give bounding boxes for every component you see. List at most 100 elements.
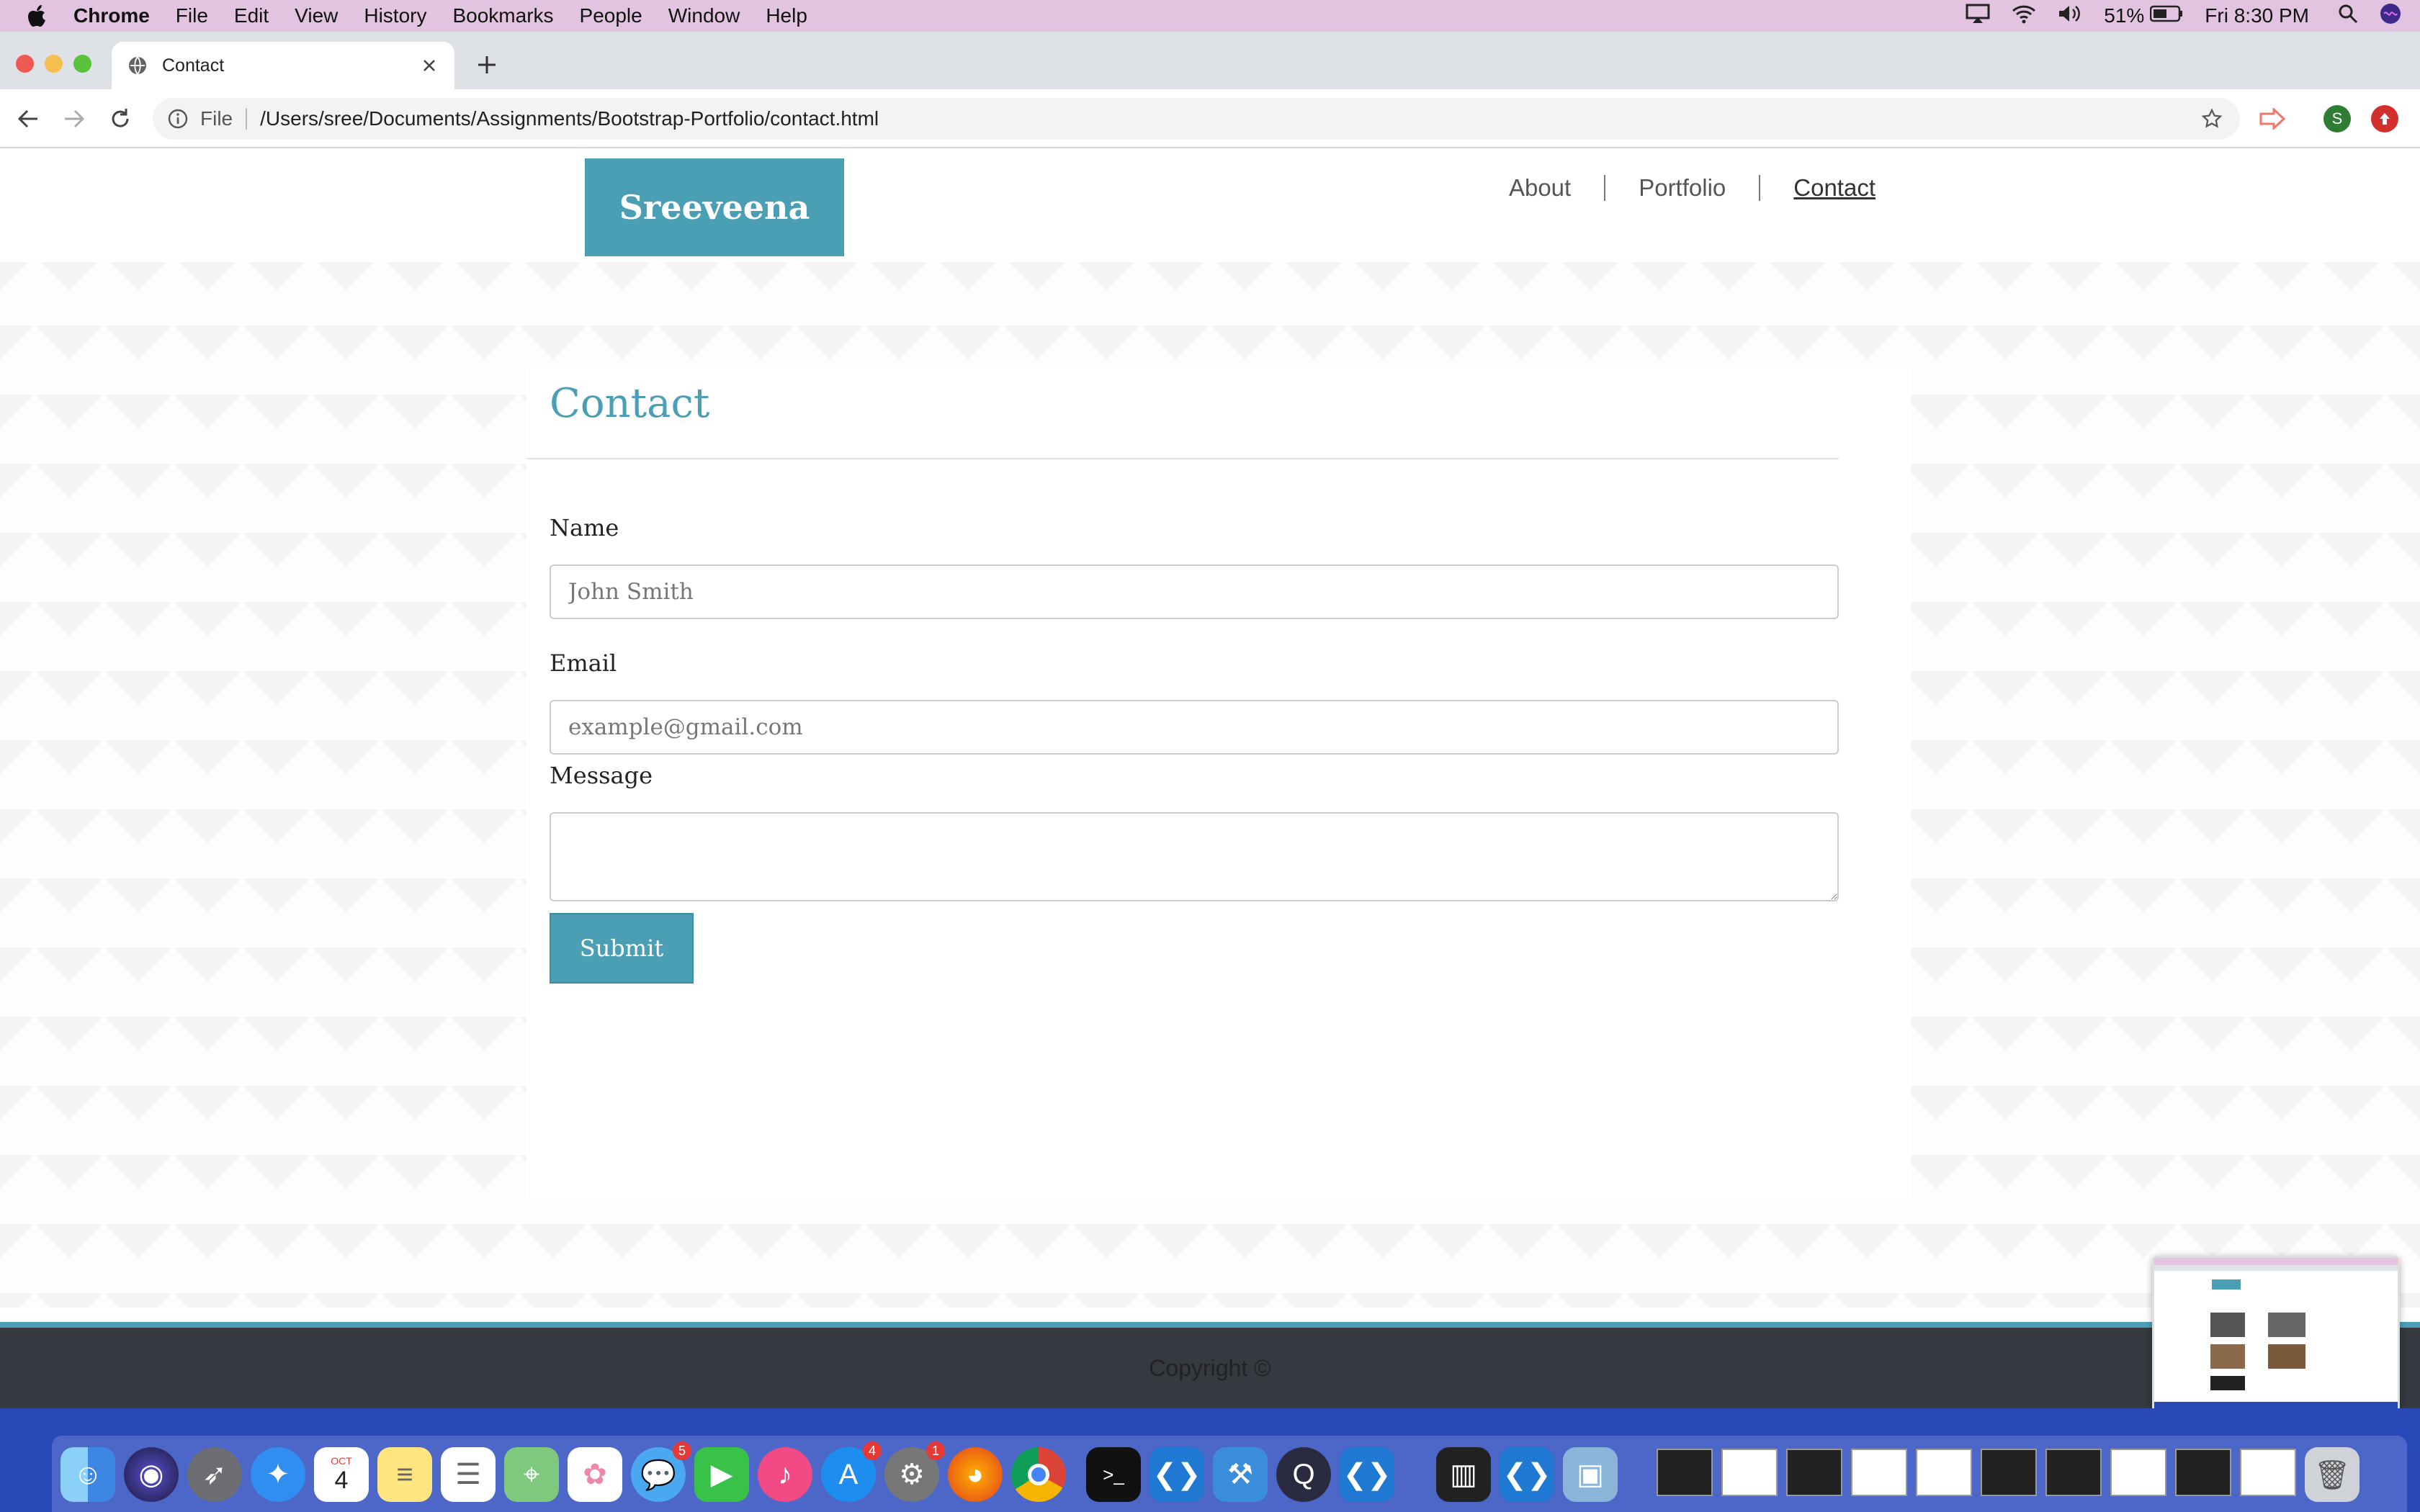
menu-window[interactable]: Window: [668, 4, 740, 27]
nav-divider: [1604, 175, 1606, 201]
menu-edit[interactable]: Edit: [234, 4, 269, 27]
calendar-month: OCT: [331, 1454, 352, 1467]
minimized-window-6[interactable]: [1981, 1449, 2037, 1496]
battery-icon[interactable]: [2150, 4, 2183, 27]
minimized-window-2[interactable]: [1721, 1449, 1778, 1496]
address-bar[interactable]: File /Users/sree/Documents/Assignments/B…: [153, 98, 2240, 140]
browser-tab-contact[interactable]: Contact: [112, 42, 454, 89]
window-zoom-button[interactable]: [73, 55, 91, 73]
messages-icon[interactable]: 💬 5: [631, 1441, 691, 1502]
info-icon[interactable]: [167, 108, 189, 130]
url-scheme-label: File: [200, 107, 233, 130]
calendar-day: 4: [334, 1466, 349, 1494]
page-title: Contact: [550, 380, 710, 427]
footer-accent-line: [0, 1322, 2420, 1328]
tab-close-icon[interactable]: [420, 56, 439, 75]
menu-file[interactable]: File: [176, 4, 208, 27]
finder-icon[interactable]: ☺: [60, 1447, 115, 1502]
menu-app-name[interactable]: Chrome: [73, 4, 150, 27]
site-footer: Copyright ©: [0, 1328, 2420, 1408]
minimized-window-4[interactable]: [1851, 1449, 1907, 1496]
globe-icon: [129, 56, 146, 75]
safari-icon[interactable]: ✦: [251, 1447, 305, 1502]
apple-icon[interactable]: [27, 4, 49, 28]
terminal-icon[interactable]: >_: [1086, 1447, 1141, 1502]
new-tab-plus-icon[interactable]: [475, 53, 498, 76]
minimized-window-5[interactable]: [1916, 1449, 1972, 1496]
minimized-window-1[interactable]: [1657, 1449, 1713, 1496]
piano-icon[interactable]: ▥: [1436, 1447, 1491, 1502]
web-page: Sreeveena About Portfolio Contact Contac…: [0, 148, 2420, 1322]
forward-arrow-icon[interactable]: [60, 105, 88, 132]
airplay-icon[interactable]: [1966, 4, 1990, 29]
footer-copyright: Copyright ©: [1149, 1354, 1271, 1381]
message-textarea[interactable]: [550, 812, 1839, 901]
submit-button[interactable]: Submit: [550, 913, 694, 984]
menu-people[interactable]: People: [580, 4, 642, 27]
trash-icon[interactable]: 🗑: [2305, 1447, 2360, 1502]
reload-icon[interactable]: [107, 105, 134, 132]
site-nav: About Portfolio Contact: [1509, 174, 1876, 202]
vscode-insiders-icon[interactable]: ❮❯: [1340, 1447, 1394, 1502]
back-arrow-icon[interactable]: [14, 105, 42, 132]
spotlight-icon[interactable]: [2338, 4, 2358, 29]
menu-view[interactable]: View: [295, 4, 338, 27]
minimized-window-9[interactable]: [2175, 1449, 2231, 1496]
tab-title: Contact: [162, 55, 225, 76]
vscode-secondary-icon[interactable]: ❮❯: [1500, 1447, 1554, 1502]
nav-divider: [1759, 175, 1761, 201]
system-preferences-badge: 1: [926, 1441, 945, 1460]
preview-image: [2154, 1258, 2398, 1412]
extension-red-icon[interactable]: [2371, 105, 2398, 132]
xcode-icon[interactable]: ⚒: [1213, 1447, 1268, 1502]
menubar-clock[interactable]: Fri 8:30 PM: [2205, 4, 2309, 27]
preview-app-icon[interactable]: ▣: [1563, 1447, 1618, 1502]
wifi-icon[interactable]: [2012, 4, 2036, 29]
email-input[interactable]: [550, 700, 1839, 755]
messages-badge: 5: [673, 1441, 691, 1460]
minimized-window-10[interactable]: [2240, 1449, 2296, 1496]
url-text[interactable]: /Users/sree/Documents/Assignments/Bootst…: [260, 107, 879, 130]
menu-help[interactable]: Help: [766, 4, 807, 27]
window-preview-thumbnail[interactable]: [2152, 1256, 2400, 1414]
siri-dock-icon[interactable]: ◉: [124, 1447, 179, 1502]
nav-portfolio-link[interactable]: Portfolio: [1639, 174, 1726, 202]
firefox-icon[interactable]: ◕: [948, 1447, 1003, 1502]
url-divider: [246, 108, 248, 130]
browser-tabstrip: Contact: [0, 32, 2420, 89]
maps-icon[interactable]: ⌖: [504, 1447, 559, 1502]
photos-icon[interactable]: ✿: [568, 1447, 622, 1502]
menu-history[interactable]: History: [364, 4, 426, 27]
notes-icon[interactable]: ≡: [377, 1447, 432, 1502]
calendar-icon[interactable]: OCT 4: [314, 1447, 369, 1502]
quicktime-icon[interactable]: Q: [1276, 1447, 1331, 1502]
name-input[interactable]: [550, 564, 1839, 619]
email-label: Email: [550, 649, 617, 677]
minimized-window-7[interactable]: [2045, 1449, 2102, 1496]
nav-contact-link[interactable]: Contact: [1793, 174, 1876, 202]
chrome-icon[interactable]: [1011, 1447, 1066, 1502]
volume-icon[interactable]: [2058, 4, 2082, 29]
title-divider: [526, 458, 1839, 459]
name-label: Name: [550, 514, 619, 541]
menu-bookmarks[interactable]: Bookmarks: [452, 4, 553, 27]
site-logo[interactable]: Sreeveena: [585, 158, 844, 256]
itunes-icon[interactable]: ♪: [758, 1447, 812, 1502]
bookmark-star-icon[interactable]: [2201, 108, 2223, 130]
contact-card: Contact Name Email Message Submit: [526, 364, 1911, 1200]
window-minimize-button[interactable]: [45, 55, 63, 73]
siri-icon[interactable]: [2380, 3, 2401, 30]
system-preferences-icon[interactable]: ⚙ 1: [884, 1441, 945, 1502]
reminders-icon[interactable]: ☰: [441, 1447, 496, 1502]
minimized-window-8[interactable]: [2110, 1449, 2166, 1496]
nav-about-link[interactable]: About: [1509, 174, 1571, 202]
message-label: Message: [550, 762, 653, 789]
extension-arrow-icon[interactable]: [2259, 105, 2286, 132]
app-store-icon[interactable]: A4: [821, 1441, 882, 1502]
launchpad-icon[interactable]: ➶: [187, 1447, 242, 1502]
minimized-window-3[interactable]: [1786, 1449, 1842, 1496]
window-close-button[interactable]: [16, 55, 34, 73]
profile-avatar[interactable]: S: [2323, 105, 2351, 132]
facetime-icon[interactable]: ▶: [694, 1447, 749, 1502]
vscode-icon[interactable]: ❮❯: [1150, 1447, 1204, 1502]
